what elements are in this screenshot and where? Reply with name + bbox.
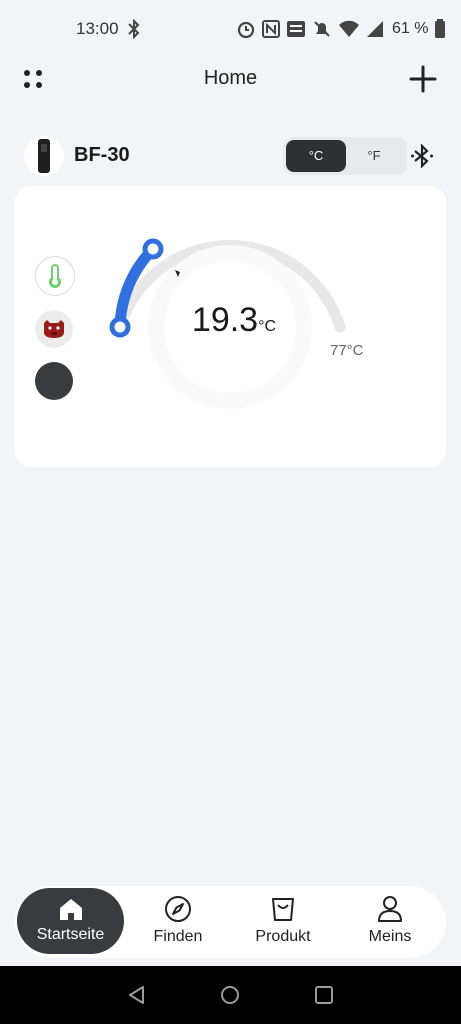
gauge-start-handle bbox=[109, 316, 131, 338]
current-temperature: 19.3 bbox=[191, 301, 259, 339]
device-row: BF-30 °C °F bbox=[0, 132, 461, 180]
alarm-icon bbox=[237, 21, 255, 39]
nav-label: Finden bbox=[153, 928, 203, 945]
nav-label: Meins bbox=[368, 928, 412, 945]
volte-icon bbox=[287, 21, 305, 37]
home-system-icon[interactable] bbox=[219, 984, 241, 1006]
status-time: 13:00 bbox=[76, 19, 119, 38]
signal-icon bbox=[367, 21, 383, 37]
device-image-icon bbox=[38, 139, 50, 173]
bag-icon bbox=[272, 898, 294, 921]
unit-toggle: °C °F bbox=[283, 137, 407, 175]
unit-fahrenheit-button[interactable]: °F bbox=[344, 140, 404, 172]
device-thumbnail[interactable] bbox=[24, 136, 64, 176]
person-icon bbox=[378, 896, 402, 922]
battery-icon bbox=[435, 19, 446, 38]
bluetooth-status-icon bbox=[128, 19, 140, 39]
nfc-icon bbox=[262, 20, 280, 38]
current-temperature-unit: °C bbox=[258, 318, 277, 335]
status-bar: 13:00 61 % bbox=[0, 0, 461, 58]
system-nav-bar bbox=[0, 966, 461, 1024]
unit-celsius-button[interactable]: °C bbox=[286, 140, 346, 172]
back-icon[interactable] bbox=[126, 984, 148, 1006]
wifi-icon bbox=[339, 20, 359, 37]
gauge-end-handle bbox=[142, 238, 164, 260]
compass-icon bbox=[165, 896, 191, 922]
nav-produkt[interactable]: Produkt bbox=[238, 886, 328, 958]
bottom-nav: Startseite Finden Produkt Meins bbox=[15, 886, 446, 958]
temperature-readout: 19.3°C bbox=[169, 301, 299, 340]
nav-startseite[interactable]: Startseite bbox=[17, 888, 124, 954]
status-icons: 61 % bbox=[236, 17, 446, 41]
probe-card[interactable]: 19.3°C 77°C bbox=[15, 186, 446, 467]
home-icon bbox=[59, 899, 82, 920]
target-temperature: 77°C bbox=[330, 342, 364, 359]
nav-finden[interactable]: Finden bbox=[133, 886, 223, 958]
nav-meins[interactable]: Meins bbox=[345, 886, 435, 958]
page-title: Home bbox=[203, 67, 258, 89]
mute-icon bbox=[314, 21, 330, 37]
nav-label: Startseite bbox=[36, 926, 105, 943]
add-device-icon[interactable] bbox=[406, 62, 440, 96]
recents-icon[interactable] bbox=[313, 984, 335, 1006]
app-header: Home bbox=[0, 58, 461, 100]
nav-label: Produkt bbox=[255, 928, 311, 945]
bluetooth-icon[interactable] bbox=[410, 144, 434, 168]
battery-percent: 61 % bbox=[392, 20, 429, 37]
device-name: BF-30 bbox=[74, 144, 130, 166]
